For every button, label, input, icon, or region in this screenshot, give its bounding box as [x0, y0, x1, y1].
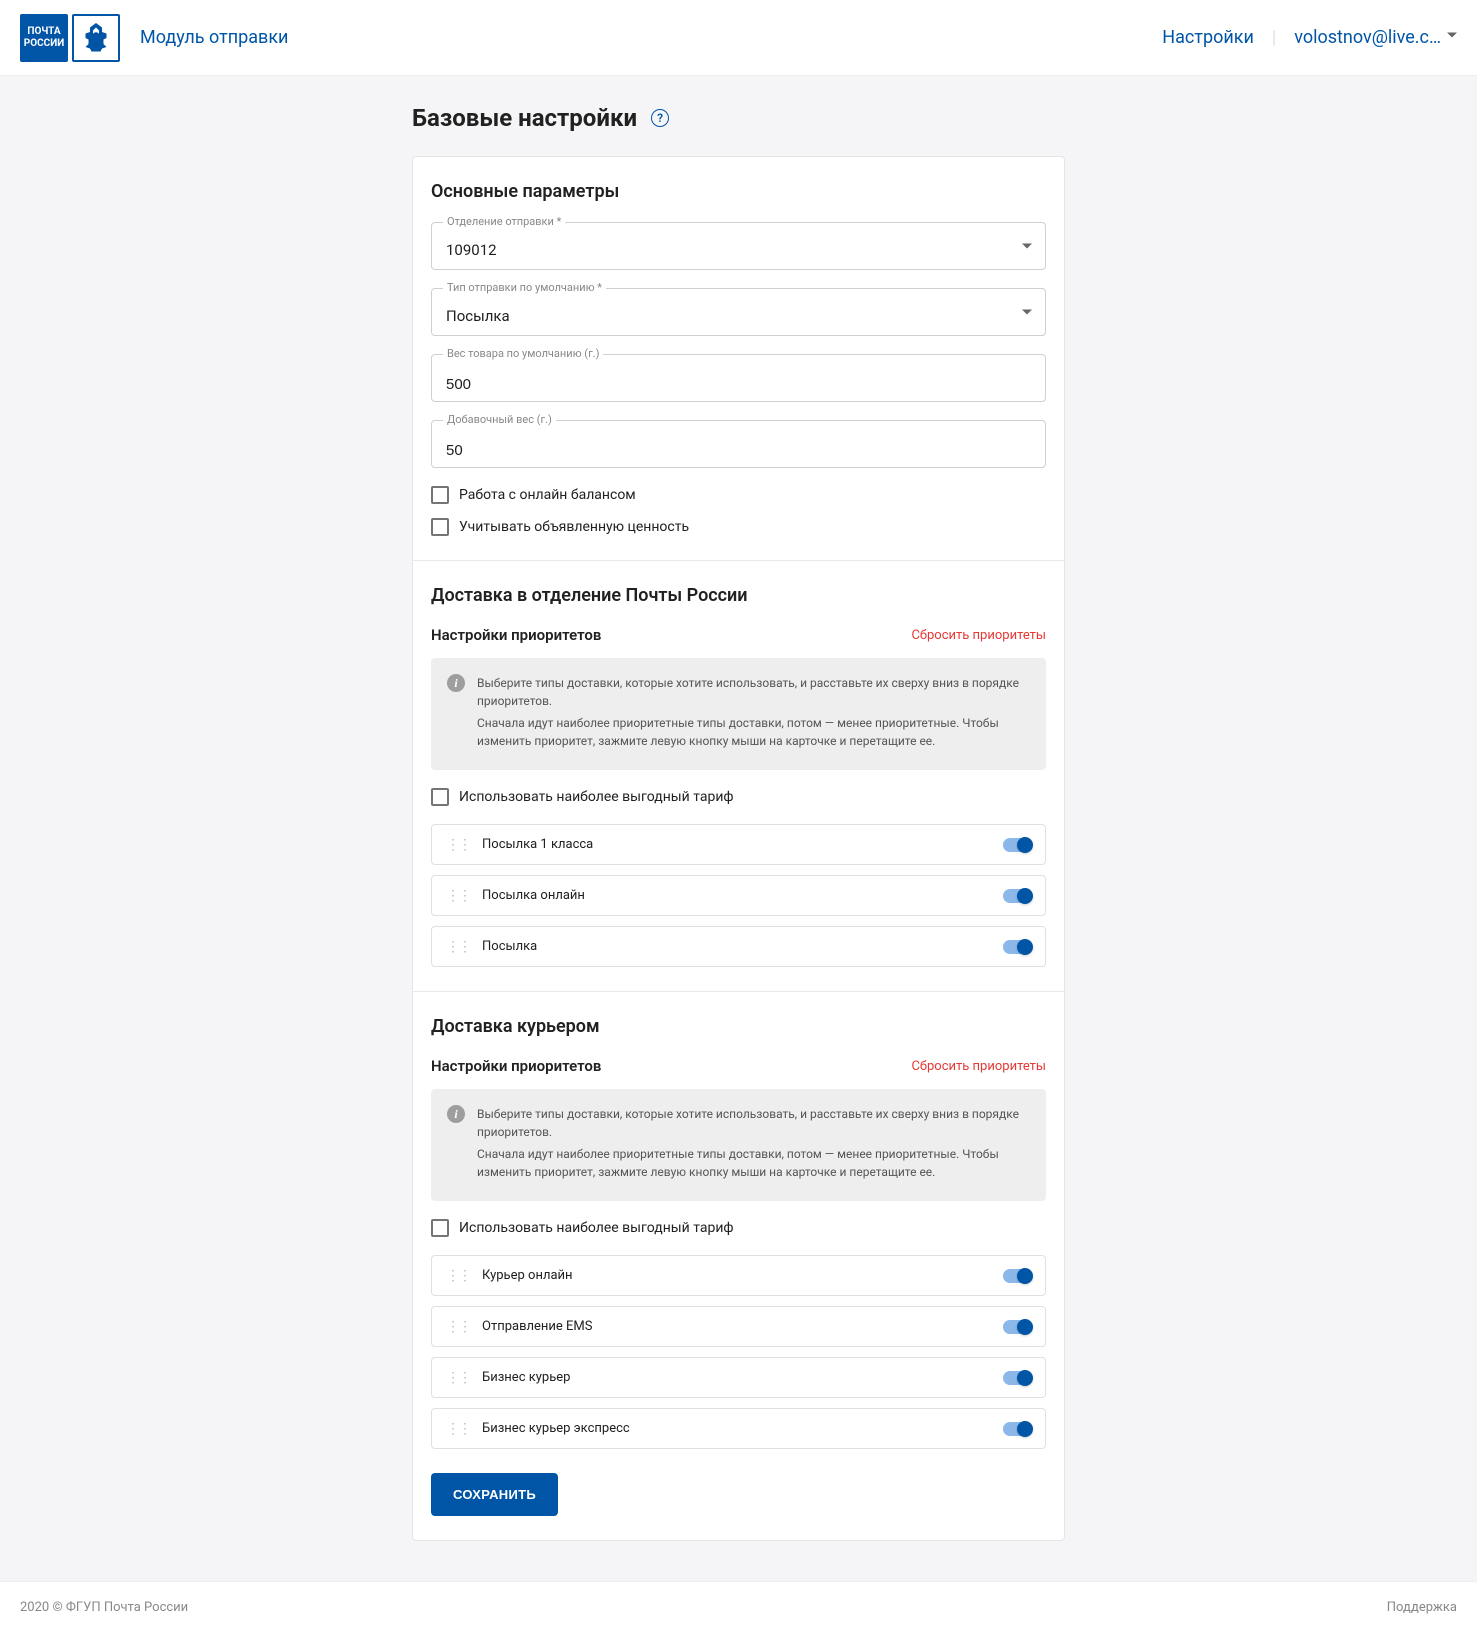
settings-link[interactable]: Настройки — [1162, 27, 1254, 48]
priority-item[interactable]: Посылка — [431, 926, 1046, 967]
pickup-info-box: i Выберите типы доставки, которые хотите… — [431, 658, 1046, 770]
drag-handle-icon[interactable] — [446, 1376, 470, 1380]
courier-best-tariff-checkbox[interactable] — [431, 1219, 449, 1237]
pickup-best-tariff-row: Использовать наиболее выгодный тариф — [431, 788, 1046, 806]
pickup-priorities-title: Настройки приоритетов — [431, 626, 601, 644]
pickup-best-tariff-label: Использовать наиболее выгодный тариф — [459, 789, 734, 805]
drag-handle-icon[interactable] — [446, 945, 470, 949]
pickup-section: Доставка в отделение Почты России Настро… — [413, 560, 1064, 991]
priority-toggle[interactable] — [1003, 1269, 1031, 1283]
priority-toggle[interactable] — [1003, 838, 1031, 852]
logo-eagle-icon — [72, 14, 120, 62]
help-icon[interactable]: ? — [651, 109, 669, 127]
main-params-section: Основные параметры Отделение отправки * … — [413, 157, 1064, 560]
priority-toggle[interactable] — [1003, 1371, 1031, 1385]
priority-toggle[interactable] — [1003, 889, 1031, 903]
declared-value-label: Учитывать объявленную ценность — [459, 519, 689, 535]
drag-handle-icon[interactable] — [446, 1427, 470, 1431]
type-select[interactable]: Посылка — [431, 288, 1046, 336]
support-link[interactable]: Поддержка — [1387, 1600, 1457, 1615]
courier-title: Доставка курьером — [431, 1016, 1046, 1037]
logo[interactable]: ПОЧТА РОССИИ — [20, 14, 120, 62]
priority-item[interactable]: Отправление EMS — [431, 1306, 1046, 1347]
footer: 2020 © ФГУП Почта России Поддержка — [0, 1581, 1477, 1633]
priority-item[interactable]: Бизнес курьер экспресс — [431, 1408, 1046, 1449]
module-link[interactable]: Модуль отправки — [140, 27, 288, 48]
save-button[interactable]: СОХРАНИТЬ — [431, 1473, 558, 1516]
online-balance-row: Работа с онлайн балансом — [431, 486, 1046, 504]
extra-weight-field: Добавочный вес (г.) — [431, 420, 1046, 468]
priority-toggle[interactable] — [1003, 940, 1031, 954]
pickup-reset-link[interactable]: Сбросить приоритеты — [911, 628, 1046, 643]
weight-input[interactable] — [431, 354, 1046, 402]
info-icon: i — [447, 1105, 465, 1123]
priority-item[interactable]: Посылка 1 класса — [431, 824, 1046, 865]
priority-item[interactable]: Бизнес курьер — [431, 1357, 1046, 1398]
courier-section: Доставка курьером Настройки приоритетов … — [413, 991, 1064, 1540]
logo-text: ПОЧТА РОССИИ — [20, 14, 68, 62]
settings-card: Основные параметры Отделение отправки * … — [412, 156, 1065, 1541]
drag-handle-icon[interactable] — [446, 843, 470, 847]
declared-value-row: Учитывать объявленную ценность — [431, 518, 1046, 536]
priority-toggle[interactable] — [1003, 1320, 1031, 1334]
copyright: 2020 © ФГУП Почта России — [20, 1600, 188, 1615]
page-title-row: Базовые настройки ? — [412, 104, 1065, 132]
courier-reset-link[interactable]: Сбросить приоритеты — [911, 1059, 1046, 1074]
priority-item[interactable]: Посылка онлайн — [431, 875, 1046, 916]
page-title: Базовые настройки — [412, 104, 637, 132]
chevron-down-icon — [1447, 33, 1457, 38]
weight-field: Вес товара по умолчанию (г.) — [431, 354, 1046, 402]
online-balance-label: Работа с онлайн балансом — [459, 487, 636, 503]
declared-value-checkbox[interactable] — [431, 518, 449, 536]
pickup-title: Доставка в отделение Почты России — [431, 585, 1046, 606]
online-balance-checkbox[interactable] — [431, 486, 449, 504]
pickup-best-tariff-checkbox[interactable] — [431, 788, 449, 806]
courier-best-tariff-label: Использовать наиболее выгодный тариф — [459, 1220, 734, 1236]
courier-best-tariff-row: Использовать наиболее выгодный тариф — [431, 1219, 1046, 1237]
courier-priorities-title: Настройки приоритетов — [431, 1057, 601, 1075]
main-params-title: Основные параметры — [431, 181, 1046, 202]
separator: | — [1272, 27, 1276, 48]
drag-handle-icon[interactable] — [446, 1274, 470, 1278]
priority-toggle[interactable] — [1003, 1422, 1031, 1436]
drag-handle-icon[interactable] — [446, 894, 470, 898]
chevron-down-icon — [1022, 244, 1032, 249]
priority-item[interactable]: Курьер онлайн — [431, 1255, 1046, 1296]
department-field[interactable]: Отделение отправки * 109012 — [431, 222, 1046, 270]
extra-weight-input[interactable] — [431, 420, 1046, 468]
drag-handle-icon[interactable] — [446, 1325, 470, 1329]
header-right: Настройки | volostnov@live.c… — [1162, 27, 1457, 48]
courier-info-box: i Выберите типы доставки, которые хотите… — [431, 1089, 1046, 1201]
type-field[interactable]: Тип отправки по умолчанию * Посылка — [431, 288, 1046, 336]
user-menu[interactable]: volostnov@live.c… — [1294, 27, 1457, 48]
info-icon: i — [447, 674, 465, 692]
chevron-down-icon — [1022, 310, 1032, 315]
department-select[interactable]: 109012 — [431, 222, 1046, 270]
header: ПОЧТА РОССИИ Модуль отправки Настройки |… — [0, 0, 1477, 76]
